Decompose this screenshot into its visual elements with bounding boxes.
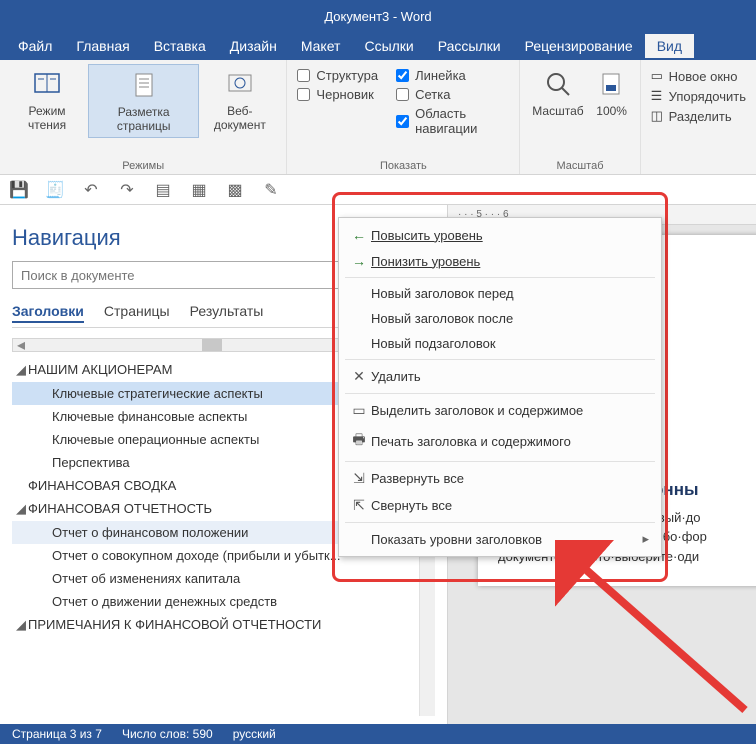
nav-tab-results[interactable]: Результаты [190,303,264,323]
save-icon[interactable]: 💾 [10,181,28,199]
qat-icon-3[interactable]: ▩ [226,181,244,199]
context-menu: ←Повысить уровень →Понизить уровень Новы… [338,217,662,557]
zoom-button[interactable]: Масштаб [526,64,589,122]
undo-icon[interactable]: ↶ [82,181,100,199]
ctx-demote[interactable]: →Понизить уровень [339,248,661,274]
ctx-collapse-all[interactable]: ⇱Свернуть все [339,492,661,519]
web-layout-icon [224,68,256,100]
status-bar: Страница 3 из 7 Число слов: 590 русский [0,724,756,744]
status-lang[interactable]: русский [233,727,276,741]
ctx-delete[interactable]: ✕Удалить [339,363,661,390]
submenu-arrow-icon: ▸ [642,531,649,547]
structure-check[interactable]: Структура [297,66,378,85]
read-mode-icon [31,68,63,100]
grid-check[interactable]: Сетка [396,85,509,104]
ctx-print-heading[interactable]: 🖶Печать заголовка и содержимого [339,424,661,458]
tab-mailings[interactable]: Рассылки [426,34,513,58]
ctx-show-levels[interactable]: Показать уровни заголовков▸ [339,526,661,552]
select-icon: ▭ [347,402,371,419]
nav-tab-pages[interactable]: Страницы [104,303,170,323]
group-label-zoom: Масштаб [526,158,633,172]
ctx-new-before[interactable]: Новый заголовок перед [339,281,661,306]
ruler-check[interactable]: Линейка [396,66,509,85]
group-label-modes: Режимы [6,158,280,172]
tab-view[interactable]: Вид [645,34,694,58]
redo-icon[interactable]: ↷ [118,181,136,199]
tab-home[interactable]: Главная [64,34,141,58]
menu-bar: Файл Главная Вставка Дизайн Макет Ссылки… [0,32,756,60]
properties-icon[interactable]: 🧾 [46,181,64,199]
nav-tab-headings[interactable]: Заголовки [12,303,84,323]
ctx-select-heading[interactable]: ▭Выделить заголовок и содержимое [339,397,661,424]
window-title: Документ3 - Word [324,9,431,24]
title-bar: Документ3 - Word [0,0,756,32]
hundred-percent-button[interactable]: 100% [590,64,634,122]
arrow-right-icon: → [347,253,371,269]
tree-item[interactable]: ◢ПРИМЕЧАНИЯ К ФИНАНСОВОЙ ОТЧЕТНОСТИ [12,613,435,637]
tab-references[interactable]: Ссылки [352,34,425,58]
print-layout-icon [128,69,160,101]
status-page[interactable]: Страница 3 из 7 [12,727,102,741]
tab-layout[interactable]: Макет [289,34,353,58]
arrange-button[interactable]: ☰Упорядочить [651,86,746,106]
magnifier-icon [542,68,574,100]
ctx-expand-all[interactable]: ⇲Развернуть все [339,465,661,492]
qat-icon-2[interactable]: ▦ [190,181,208,199]
hundred-percent-icon [596,68,628,100]
ctx-promote[interactable]: ←Повысить уровень [339,222,661,248]
qat-icon-1[interactable]: ▤ [154,181,172,199]
navpane-check[interactable]: Область навигации [396,104,509,138]
tab-insert[interactable]: Вставка [142,34,218,58]
ribbon-group-zoom: Масштаб 100% Масштаб [520,60,640,174]
web-layout-button[interactable]: Веб-документ [199,64,280,136]
delete-icon: ✕ [347,368,371,385]
tab-file[interactable]: Файл [6,34,64,58]
collapse-icon: ⇱ [347,497,371,514]
tab-review[interactable]: Рецензирование [513,34,645,58]
tree-item[interactable]: Отчет о движении денежных средств [12,590,435,613]
tab-design[interactable]: Дизайн [218,34,289,58]
ribbon: Режим чтения Разметка страницы Веб-докум… [0,60,756,175]
tree-item[interactable]: Отчет об изменениях капитала [12,567,435,590]
ribbon-group-window: ▭Новое окно ☰Упорядочить ◫Разделить [641,60,756,174]
ctx-new-sub[interactable]: Новый подзаголовок [339,331,661,356]
split-button[interactable]: ◫Разделить [651,106,746,126]
expand-icon: ⇲ [347,470,371,487]
status-words[interactable]: Число слов: 590 [122,727,213,741]
ctx-new-after[interactable]: Новый заголовок после [339,306,661,331]
draft-check[interactable]: Черновик [297,85,378,104]
group-label-show: Показать [293,158,513,172]
ribbon-group-show: Структура Черновик Линейка Сетка Область… [287,60,520,174]
print-layout-button[interactable]: Разметка страницы [88,64,199,138]
arrow-left-icon: ← [347,227,371,243]
new-window-button[interactable]: ▭Новое окно [651,66,746,86]
read-mode-button[interactable]: Режим чтения [6,64,88,136]
ribbon-group-modes: Режим чтения Разметка страницы Веб-докум… [0,60,287,174]
qat-icon-4[interactable]: ✎ [262,181,280,199]
print-icon: 🖶 [347,429,371,453]
quick-access-toolbar: 💾 🧾 ↶ ↷ ▤ ▦ ▩ ✎ [0,175,756,205]
